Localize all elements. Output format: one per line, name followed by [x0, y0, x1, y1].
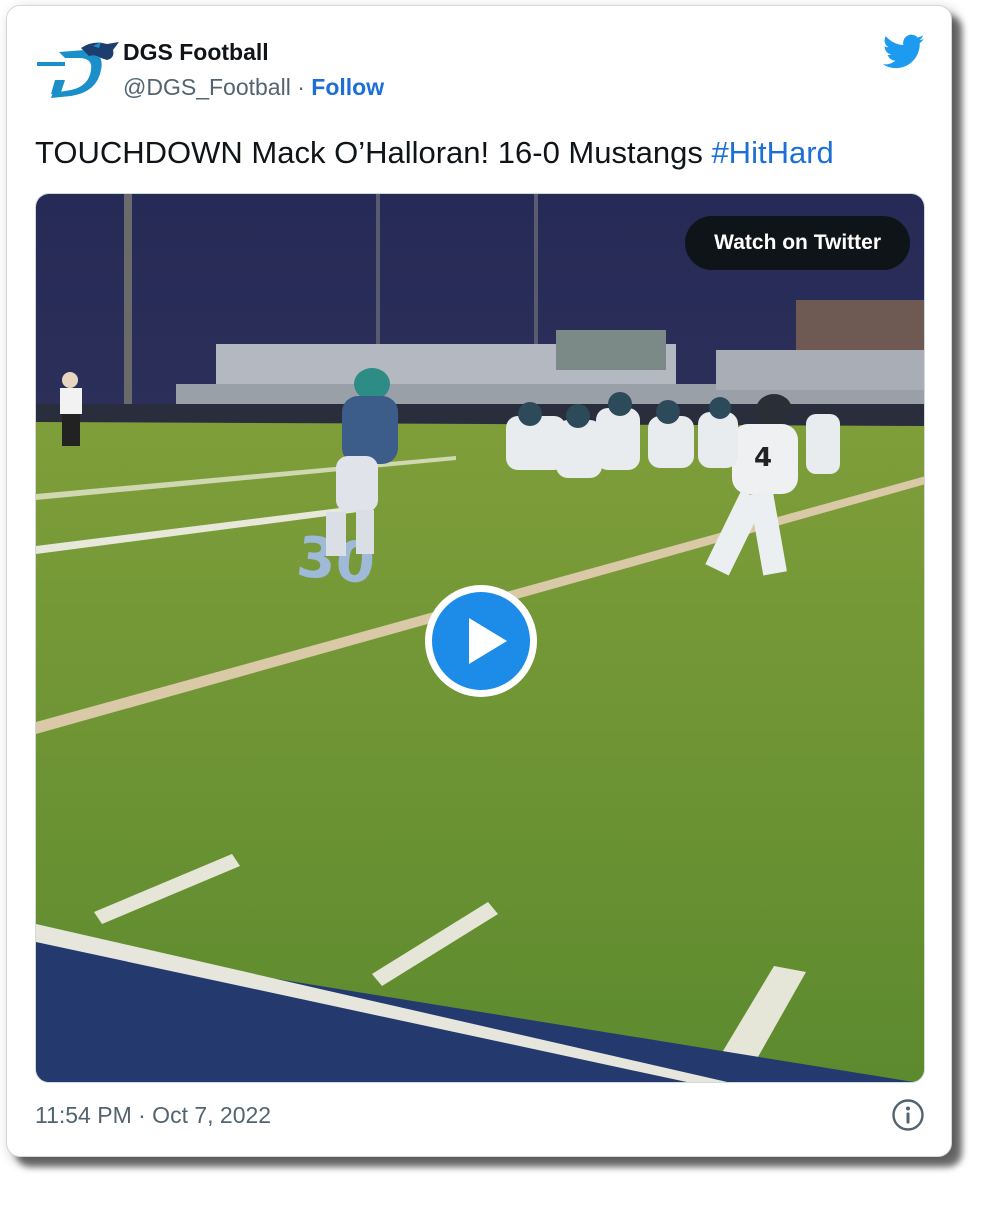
handle[interactable]: @DGS_Football — [123, 74, 291, 100]
author-info: DGS Football @DGS_Football · Follow — [123, 35, 384, 105]
light-pole — [376, 194, 380, 354]
bleachers — [716, 350, 924, 390]
light-pole — [534, 194, 538, 364]
info-icon[interactable] — [891, 1098, 925, 1132]
display-name[interactable]: DGS Football — [123, 35, 384, 69]
watch-on-twitter-button[interactable]: Watch on Twitter — [685, 216, 910, 270]
separator-dot: · — [297, 74, 305, 100]
twitter-bird-icon[interactable] — [883, 34, 925, 70]
press-box — [796, 300, 924, 350]
timestamp[interactable]: 11:54 PM · Oct 7, 2022 — [35, 1098, 271, 1132]
tweet-footer: 11:54 PM · Oct 7, 2022 — [35, 1096, 925, 1136]
mustang-logo-icon[interactable] — [35, 40, 121, 104]
light-pole — [124, 194, 132, 404]
hashtag-link[interactable]: #HitHard — [711, 135, 833, 170]
tweet-body: TOUCHDOWN Mack O’Halloran! 16-0 Mustangs — [35, 135, 712, 170]
play-icon[interactable] — [424, 584, 538, 698]
handle-line: @DGS_Football · Follow — [123, 69, 384, 105]
tweet-header: DGS Football @DGS_Football · Follow — [35, 32, 925, 112]
building — [556, 330, 666, 370]
jersey-number: 4 — [754, 443, 772, 473]
video-player[interactable]: 30 4 Watch on Twitter — [35, 193, 925, 1083]
tweet-text: TOUCHDOWN Mack O’Halloran! 16-0 Mustangs… — [35, 130, 925, 176]
tweet-card: DGS Football @DGS_Football · Follow TOUC… — [6, 5, 952, 1157]
follow-link[interactable]: Follow — [311, 74, 384, 100]
